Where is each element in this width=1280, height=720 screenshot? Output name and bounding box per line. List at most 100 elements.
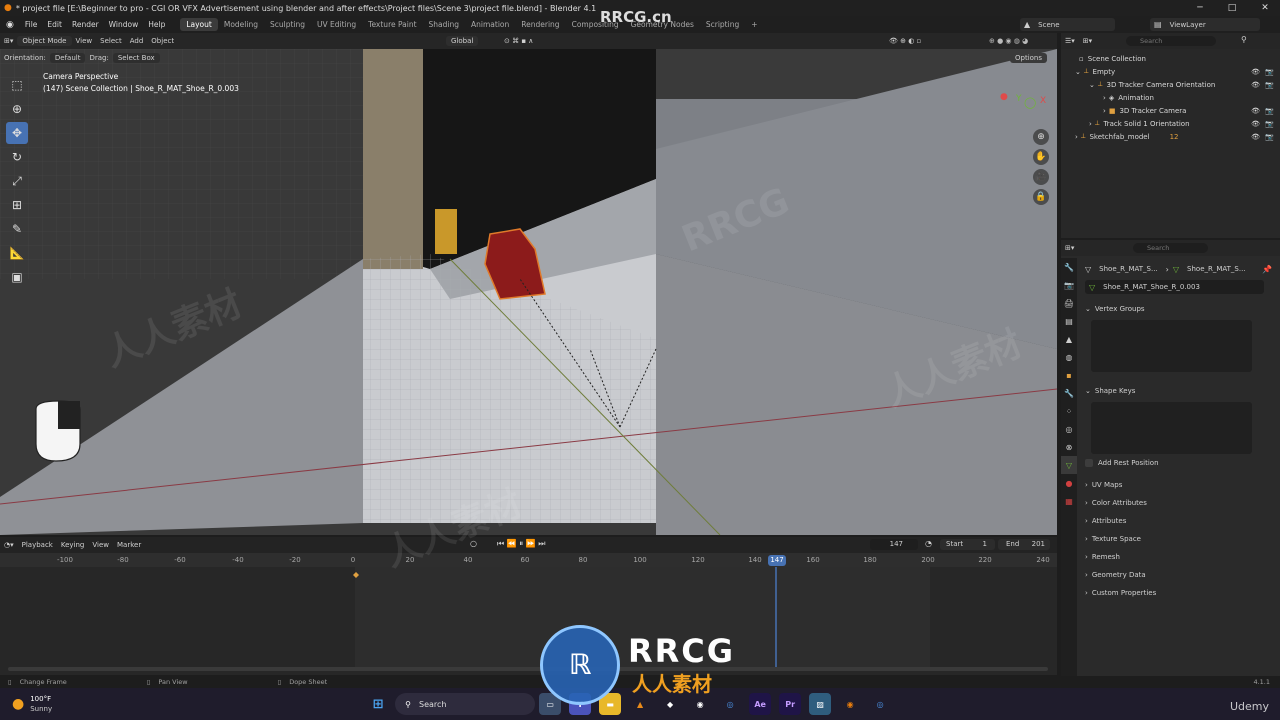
- breadcrumb-mesh[interactable]: Shoe_R_MAT_S...: [1183, 265, 1250, 273]
- panel-shape-keys[interactable]: ⌄ Shape Keys: [1081, 382, 1280, 400]
- keying-menu[interactable]: Keying: [57, 541, 89, 549]
- playback-controls[interactable]: ⏮ ⏪ ⏸ ⏩ ⏭: [497, 539, 546, 549]
- outliner-editor-icon[interactable]: ☰▾: [1061, 37, 1079, 45]
- after-effects-icon[interactable]: Ae: [749, 693, 772, 715]
- 3d-viewport[interactable]: Camera Perspective (147) Scene Collectio…: [0, 49, 1057, 535]
- windows-start-icon[interactable]: ⊞: [367, 693, 389, 715]
- tab-modeling[interactable]: Modeling: [218, 18, 264, 31]
- output-tab-icon[interactable]: 🖨: [1061, 294, 1077, 312]
- render-camera-icon[interactable]: 📷: [1265, 133, 1274, 141]
- shape-keys-list[interactable]: [1091, 402, 1252, 454]
- premiere-icon[interactable]: Pr: [779, 693, 802, 715]
- frame-ruler[interactable]: -100 -80 -60 -40 -20 0 20 40 60 80 100 1…: [0, 553, 1057, 567]
- menu-window[interactable]: Window: [104, 20, 144, 29]
- timeline-editor-icon[interactable]: ◔▾: [0, 541, 18, 549]
- outliner-row-sketchfab[interactable]: › ⟂ Sketchfab_model 12 👁 📷: [1061, 130, 1280, 143]
- options-button[interactable]: Options: [1010, 53, 1048, 63]
- visibility-eye-icon[interactable]: 👁: [1251, 107, 1260, 115]
- panel-attributes[interactable]: › Attributes: [1081, 512, 1280, 530]
- lock-icon[interactable]: 🔒: [1033, 189, 1049, 205]
- visibility-eye-icon[interactable]: 👁: [1251, 68, 1260, 76]
- blender-taskbar-icon[interactable]: ◉: [839, 693, 861, 715]
- outliner-row-tracker-camera[interactable]: › ■ 3D Tracker Camera 👁 📷: [1061, 104, 1280, 117]
- visibility-eye-icon[interactable]: 👁: [1251, 120, 1260, 128]
- display-mode-icon[interactable]: ⊞▾: [1079, 37, 1096, 45]
- scene-selector[interactable]: ▲ Scene: [1020, 18, 1115, 31]
- add-cube-tool-icon[interactable]: ▣: [6, 266, 28, 288]
- tab-uv-editing[interactable]: UV Editing: [311, 18, 362, 31]
- render-camera-icon[interactable]: 📷: [1265, 81, 1274, 89]
- outliner-row-animation[interactable]: › ◈ Animation: [1061, 91, 1280, 104]
- outliner-row-scene-collection[interactable]: ▫ Scene Collection: [1061, 52, 1280, 65]
- particles-tab-icon[interactable]: ⁘: [1061, 402, 1077, 420]
- tab-texture-paint[interactable]: Texture Paint: [362, 18, 422, 31]
- start-frame-field[interactable]: Start 1: [940, 539, 995, 550]
- add-rest-position-checkbox[interactable]: Add Rest Position: [1081, 454, 1280, 472]
- annotate-tool-icon[interactable]: ✎: [6, 218, 28, 240]
- properties-editor-icon[interactable]: ⊞▾: [1061, 244, 1078, 252]
- maximize-button[interactable]: □: [1217, 0, 1247, 16]
- transform-tool-icon[interactable]: ⊞: [6, 194, 28, 216]
- menu-edit[interactable]: Edit: [42, 20, 67, 29]
- outliner-row-track-solid[interactable]: › ⟂ Track Solid 1 Orientation 👁 📷: [1061, 117, 1280, 130]
- shading-mode-icons[interactable]: ⊕ ● ◉ ◍ ◕: [985, 37, 1032, 45]
- camera-view-icon[interactable]: 🎥: [1033, 169, 1049, 185]
- properties-search-input[interactable]: Search: [1133, 243, 1208, 253]
- panel-remesh[interactable]: › Remesh: [1081, 548, 1280, 566]
- measure-tool-icon[interactable]: 📐: [6, 242, 28, 264]
- photos-icon[interactable]: ▨: [809, 693, 832, 715]
- tab-rendering[interactable]: Rendering: [515, 18, 565, 31]
- world-tab-icon[interactable]: ◍: [1061, 348, 1077, 366]
- panel-color-attributes[interactable]: › Color Attributes: [1081, 494, 1280, 512]
- viewlayer-selector[interactable]: ▤ ViewLayer: [1150, 18, 1260, 31]
- end-frame-field[interactable]: End 201: [998, 539, 1050, 550]
- outliner-search-input[interactable]: Search: [1126, 36, 1216, 46]
- marker-menu[interactable]: Marker: [113, 541, 145, 549]
- select-tool-icon[interactable]: ⬚: [6, 74, 28, 96]
- tab-shading[interactable]: Shading: [423, 18, 465, 31]
- viewport-overlays-icons[interactable]: 👁 ⊕ ◐ ▫: [885, 37, 925, 45]
- add-workspace-button[interactable]: +: [745, 18, 763, 31]
- zoom-icon[interactable]: ⊕: [1033, 129, 1049, 145]
- constraints-tab-icon[interactable]: ⊗: [1061, 438, 1077, 456]
- outliner-row-empty[interactable]: ⌄ ⟂ Empty 👁 📷: [1061, 65, 1280, 78]
- drag-dropdown[interactable]: Select Box: [112, 53, 160, 63]
- view-menu-timeline[interactable]: View: [88, 541, 113, 549]
- mode-dropdown[interactable]: Object Mode: [17, 36, 72, 46]
- playhead-frame-indicator[interactable]: 147: [768, 555, 786, 566]
- transform-orientation-dropdown[interactable]: Global: [446, 36, 479, 46]
- menu-file[interactable]: File: [20, 20, 43, 29]
- breadcrumb-object[interactable]: Shoe_R_MAT_S...: [1095, 265, 1162, 273]
- panel-vertex-groups[interactable]: ⌄ Vertex Groups: [1081, 300, 1280, 318]
- visibility-eye-icon[interactable]: 👁: [1251, 81, 1260, 89]
- chrome-icon[interactable]: ◎: [719, 693, 741, 715]
- render-camera-icon[interactable]: 📷: [1265, 120, 1274, 128]
- visibility-eye-icon[interactable]: 👁: [1251, 133, 1260, 141]
- tab-animation[interactable]: Animation: [465, 18, 515, 31]
- render-tab-icon[interactable]: 📷: [1061, 276, 1077, 294]
- physics-tab-icon[interactable]: ◎: [1061, 420, 1077, 438]
- modifier-tab-icon[interactable]: 🔧: [1061, 384, 1077, 402]
- close-button[interactable]: ✕: [1250, 0, 1280, 16]
- view-menu[interactable]: View: [72, 37, 97, 45]
- vertex-groups-list[interactable]: [1091, 320, 1252, 372]
- data-tab-icon[interactable]: ▽: [1061, 456, 1077, 474]
- mesh-datablock-field[interactable]: ▽ Shoe_R_MAT_Shoe_R_0.003: [1085, 280, 1264, 294]
- gizmo-z-icon[interactable]: ◯: [1024, 96, 1036, 109]
- object-tab-icon[interactable]: ▪: [1061, 366, 1077, 384]
- editor-type-icon[interactable]: ⊞▾: [0, 37, 17, 45]
- orientation-dropdown[interactable]: Default: [49, 53, 86, 63]
- filter-icon[interactable]: ⚲: [1241, 35, 1247, 44]
- menu-help[interactable]: Help: [143, 20, 170, 29]
- scale-tool-icon[interactable]: ⤢: [6, 170, 28, 192]
- panel-texture-space[interactable]: › Texture Space: [1081, 530, 1280, 548]
- panel-custom-properties[interactable]: › Custom Properties: [1081, 584, 1280, 602]
- pan-hand-icon[interactable]: ✋: [1033, 149, 1049, 165]
- tab-sculpting[interactable]: Sculpting: [264, 18, 311, 31]
- rotate-tool-icon[interactable]: ↻: [6, 146, 28, 168]
- render-camera-icon[interactable]: 📷: [1265, 68, 1274, 76]
- panel-geometry-data[interactable]: › Geometry Data: [1081, 566, 1280, 584]
- tab-layout[interactable]: Layout: [180, 18, 218, 31]
- current-frame-field[interactable]: 147: [870, 539, 918, 550]
- chrome-profile-icon[interactable]: ◎: [869, 693, 891, 715]
